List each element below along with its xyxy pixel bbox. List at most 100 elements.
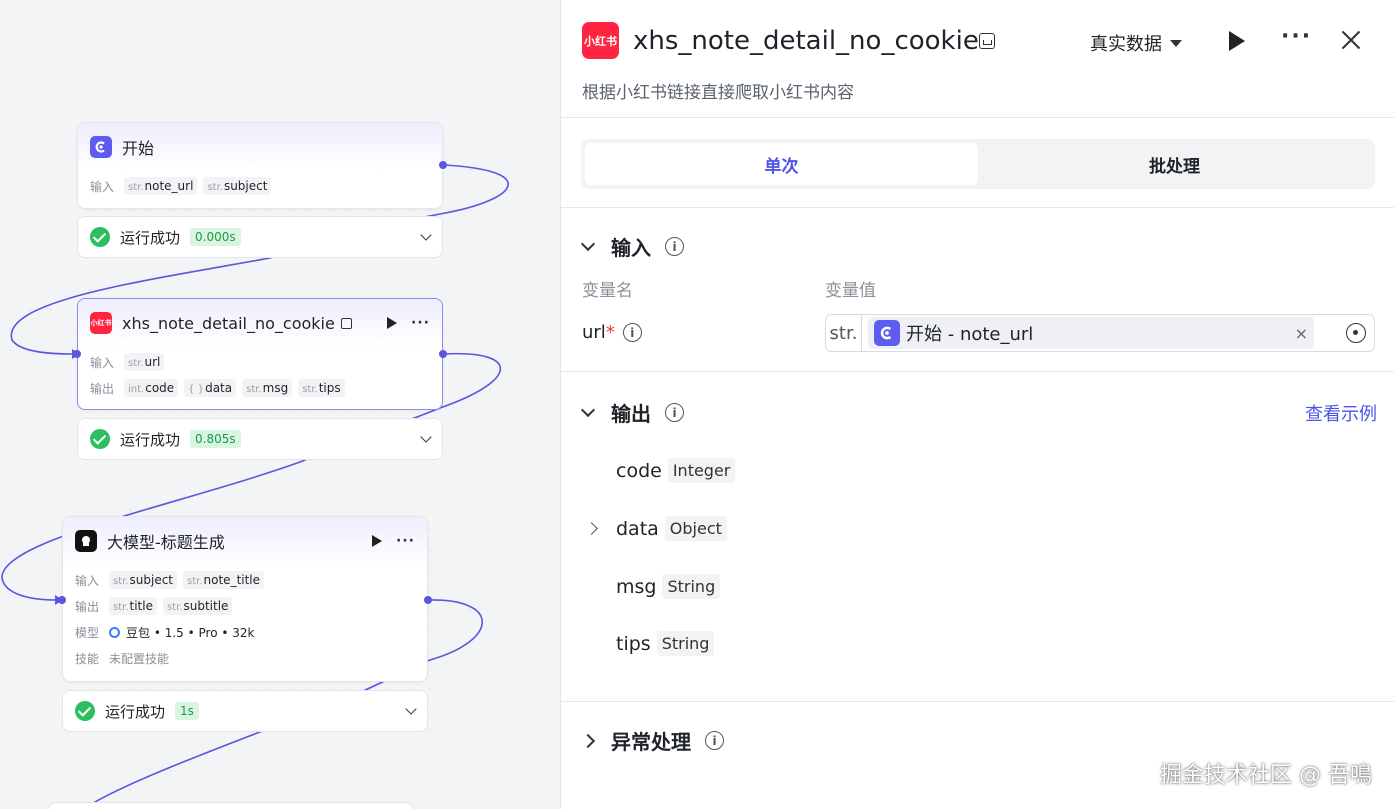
output-field-tips: tips String	[616, 631, 715, 656]
node-next-partial[interactable]	[48, 802, 414, 809]
param-tag: str.subject	[109, 571, 178, 589]
section-title: 异常处理	[611, 730, 691, 754]
chevron-down-icon	[580, 402, 596, 417]
watermark: 掘金技术社区 @ 吾鳴	[1160, 763, 1372, 788]
node-title: 大模型-标题生成	[107, 533, 225, 552]
type-badge: String	[656, 631, 715, 656]
run-status-start[interactable]: 运行成功 0.000s	[77, 216, 443, 258]
variable-reference-chip[interactable]: 开始 - note_url ×	[868, 317, 1314, 349]
node-start[interactable]: 开始 输入 str.note_url str.subject	[77, 122, 443, 209]
chevron-down-icon[interactable]	[405, 703, 417, 715]
llm-icon	[75, 530, 97, 552]
type-badge: Integer	[667, 458, 736, 483]
node-output-row: 输出 str.title str.subtitle	[63, 593, 427, 619]
input-port[interactable]	[58, 596, 66, 604]
param-tag: str.subtitle	[162, 597, 233, 615]
play-icon[interactable]	[387, 317, 398, 329]
output-label: 输出	[75, 599, 100, 614]
more-icon[interactable]: ···	[396, 533, 415, 549]
node-llm-title-gen[interactable]: 大模型-标题生成 ··· 输入 str.subject str.note_tit…	[62, 516, 428, 682]
chevron-down-icon[interactable]	[420, 431, 432, 443]
param-tag: str.note_title	[183, 571, 265, 589]
store-icon	[979, 33, 995, 49]
output-field-code: code Integer	[616, 458, 736, 483]
run-time-badge: 0.805s	[190, 430, 241, 448]
input-section: 输入 i 变量名 变量值 url* i str. 开始 - note_url ×	[561, 208, 1394, 372]
section-title: 输出	[611, 402, 651, 426]
input-label: 输入	[75, 573, 100, 588]
type-badge: String	[662, 574, 721, 599]
output-field-data[interactable]: data Object	[616, 516, 727, 541]
close-icon[interactable]	[1339, 28, 1363, 52]
tab-batch[interactable]: 批处理	[978, 143, 1371, 185]
data-source-select[interactable]: 真实数据	[1090, 30, 1182, 56]
output-section: 输出 i 查看示例 code Integer data Object msg S…	[561, 372, 1394, 702]
node-actions: ···	[372, 533, 415, 549]
workflow-canvas[interactable]: 开始 输入 str.note_url str.subject 运行成功 0.00…	[0, 0, 560, 809]
chevron-right-icon[interactable]	[585, 522, 598, 535]
param-tag: str.title	[109, 597, 157, 615]
input-label: 输入	[90, 355, 115, 370]
col-var-name: 变量名	[582, 281, 633, 301]
output-port[interactable]	[439, 161, 447, 169]
section-title: 输入	[611, 236, 651, 260]
mode-tabs-wrapper: 单次 批处理	[561, 118, 1394, 208]
panel-description: 根据小红书链接直接爬取小红书内容	[582, 83, 854, 103]
type-badge: Object	[664, 516, 727, 541]
error-section-header[interactable]: 异常处理 i	[580, 726, 724, 755]
xiaohongshu-logo-icon: 小红书	[582, 22, 619, 59]
clear-icon[interactable]: ×	[1295, 324, 1308, 343]
param-tag: str.subject	[203, 177, 272, 195]
node-header: 小红书 xhs_note_detail_no_cookie ···	[78, 299, 442, 347]
param-tag: str.note_url	[124, 177, 198, 195]
more-icon[interactable]: ···	[1281, 24, 1312, 49]
node-xhs-note-detail[interactable]: 小红书 xhs_note_detail_no_cookie ··· 输入 str…	[77, 298, 443, 410]
info-icon[interactable]: i	[622, 323, 642, 342]
model-name: 豆包 • 1.5 • Pro • 32k	[126, 625, 255, 640]
node-title: xhs_note_detail_no_cookie	[122, 313, 335, 333]
start-icon	[874, 320, 900, 346]
output-section-header[interactable]: 输出 i	[580, 398, 684, 427]
skill-value: 未配置技能	[109, 651, 170, 666]
output-port[interactable]	[439, 350, 447, 358]
node-input-row: 输入 str.url	[78, 349, 442, 375]
chevron-down-icon[interactable]	[420, 229, 432, 241]
start-icon	[90, 136, 112, 158]
node-title: 开始	[122, 139, 155, 158]
model-label: 模型	[75, 625, 100, 640]
info-icon[interactable]: i	[705, 731, 724, 750]
node-output-row: 输出 int.code { }data str.msg str.tips	[78, 375, 442, 401]
input-section-header[interactable]: 输入 i	[580, 232, 684, 261]
node-header: 大模型-标题生成 ···	[63, 517, 427, 565]
reference-text: 开始 - note_url	[906, 324, 1034, 345]
status-text: 运行成功	[105, 702, 166, 721]
tab-single[interactable]: 单次	[585, 143, 978, 185]
skill-label: 技能	[75, 651, 100, 666]
node-input-row: 输入 str.subject str.note_title	[63, 567, 427, 593]
info-icon[interactable]: i	[665, 403, 684, 422]
run-status-xhs[interactable]: 运行成功 0.805s	[77, 418, 443, 460]
run-icon[interactable]	[1229, 31, 1245, 51]
see-example-link[interactable]: 查看示例	[1305, 400, 1377, 426]
play-icon[interactable]	[372, 535, 383, 547]
info-icon[interactable]: i	[665, 237, 684, 256]
value-type-selector[interactable]: str.	[826, 315, 862, 351]
doubao-icon	[109, 626, 120, 638]
param-tag: int.code	[124, 379, 179, 397]
run-status-llm[interactable]: 运行成功 1s	[62, 690, 428, 732]
variable-picker-icon[interactable]	[1346, 323, 1366, 343]
var-value-field[interactable]: str. 开始 - note_url ×	[825, 314, 1375, 352]
input-port[interactable]	[73, 350, 81, 358]
run-time-badge: 1s	[175, 702, 199, 720]
success-check-icon	[90, 227, 110, 247]
output-port[interactable]	[424, 596, 432, 604]
caret-down-icon	[1170, 39, 1182, 47]
more-icon[interactable]: ···	[411, 315, 430, 331]
chevron-down-icon	[580, 236, 596, 251]
param-tag: str.tips	[298, 379, 345, 397]
panel-header: 小红书 xhs_note_detail_no_cookie 真实数据 ··· 根…	[561, 0, 1394, 118]
status-text: 运行成功	[120, 430, 181, 449]
status-text: 运行成功	[120, 228, 181, 247]
run-time-badge: 0.000s	[190, 228, 241, 246]
var-name-url: url* i	[582, 322, 642, 343]
